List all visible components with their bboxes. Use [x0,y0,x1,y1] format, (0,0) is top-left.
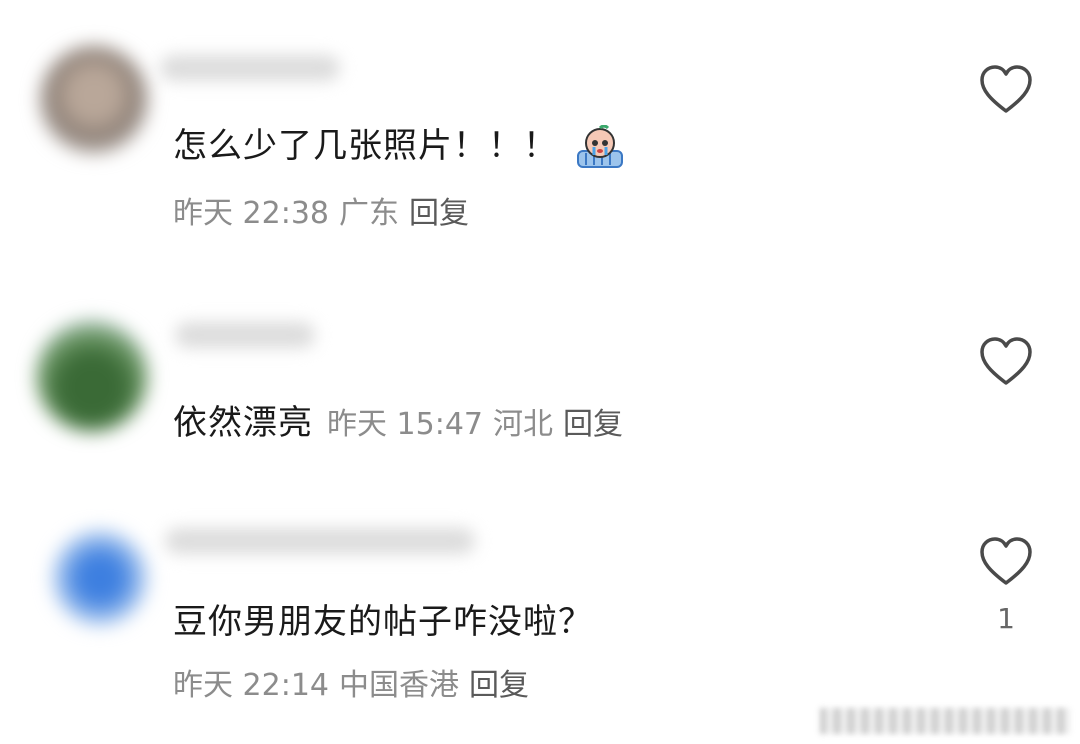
reply-button[interactable]: 回复 [563,407,623,442]
avatar[interactable] [40,46,148,154]
comment-meta: 昨天 22:14 中国香港 回复 [173,660,539,704]
username-blurred[interactable] [160,55,340,81]
username-blurred[interactable] [175,322,315,348]
comment-location: 广东 [339,196,399,231]
comment-location: 中国香港 [339,668,459,703]
watermark-blurred [820,708,1070,734]
like-count: 1 [997,602,1015,635]
comment-time: 昨天 22:14 [173,668,329,703]
reply-button[interactable]: 回复 [409,196,469,231]
comment-meta: 昨天 15:47 河北 回复 [327,407,633,442]
avatar[interactable] [52,530,148,626]
comment-location: 河北 [493,407,553,442]
crying-emoji-icon [577,124,623,168]
comment-text-content: 依然漂亮 [173,403,313,443]
username-blurred[interactable] [165,528,475,554]
reply-button[interactable]: 回复 [469,668,529,703]
comment-time: 昨天 22:38 [173,196,329,231]
comment-time: 昨天 15:47 [327,407,483,442]
avatar[interactable] [36,320,148,432]
comment-meta: 昨天 22:38 广东 回复 [173,188,479,232]
comment-text: 豆你男朋友的帖子咋没啦？ [173,594,593,643]
heart-outline-icon[interactable] [978,336,1034,388]
heart-outline-icon[interactable] [978,536,1034,588]
comment-text: 依然漂亮 昨天 15:47 河北 回复 [173,395,633,444]
comment-text: 怎么少了几张照片！！！ [173,118,626,171]
comment-text-content: 豆你男朋友的帖子咋没啦？ [173,602,593,642]
heart-outline-icon[interactable] [978,64,1034,116]
comment-text-content: 怎么少了几张照片！！！ [173,126,558,166]
